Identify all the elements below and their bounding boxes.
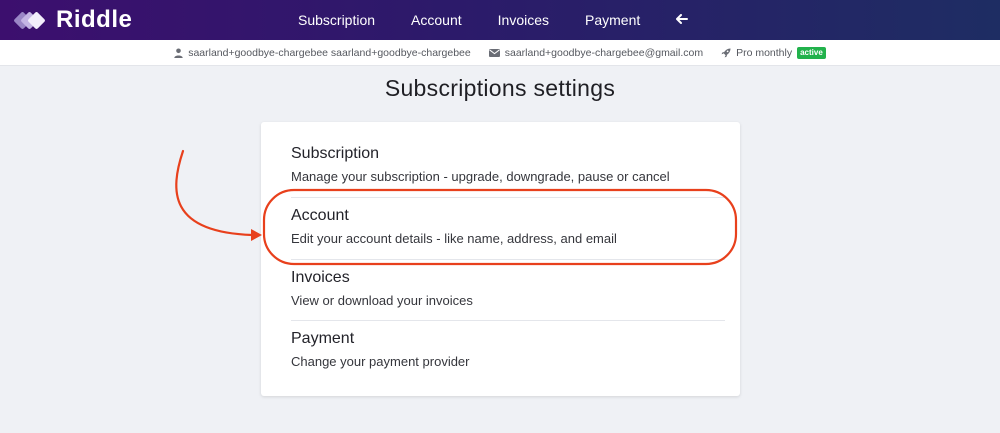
option-title: Account (291, 207, 349, 224)
option-description: Edit your account details - like name, a… (291, 231, 617, 246)
annotation-arrow (175, 149, 254, 237)
riddle-logo[interactable]: Riddle (12, 6, 132, 34)
option-title: Payment (291, 330, 355, 347)
nav-account[interactable]: Account (411, 12, 462, 28)
nav-payment[interactable]: Payment (585, 12, 640, 28)
envelope-icon (488, 48, 500, 57)
user-info-bar: saarland+goodbye-chargebee saarland+good… (0, 40, 1000, 66)
top-navigation-bar: Riddle Subscription Account Invoices Pay… (0, 0, 1000, 40)
settings-card: Subscription Manage your subscription - … (261, 122, 740, 396)
page-title: Subscriptions settings (384, 75, 616, 101)
user-plan: Pro monthly (736, 46, 793, 59)
brand-name: Riddle (56, 6, 133, 33)
nav-invoices[interactable]: Invoices (498, 12, 549, 28)
riddle-logo-icon (12, 7, 50, 33)
user-email: saarland+goodbye-chargebee@gmail.com (504, 46, 704, 59)
divider (291, 259, 725, 260)
rocket-icon (721, 48, 731, 58)
option-invoices[interactable]: Invoices View or download your invoices (291, 269, 726, 308)
divider (291, 197, 725, 198)
user-plan-item: Pro monthly active (721, 46, 826, 59)
main-nav: Subscription Account Invoices Payment (298, 0, 689, 40)
user-name-item: saarland+goodbye-chargebee saarland+good… (174, 47, 471, 59)
option-account[interactable]: Account Edit your account details - like… (291, 207, 726, 246)
option-description: View or download your invoices (291, 293, 473, 308)
user-icon (174, 48, 183, 58)
status-badge: active (797, 46, 826, 59)
option-description: Change your payment provider (291, 354, 470, 369)
option-subscription[interactable]: Subscription Manage your subscription - … (291, 145, 726, 184)
back-arrow-icon[interactable] (676, 11, 689, 29)
user-email-item: saarland+goodbye-chargebee@gmail.com (488, 46, 704, 59)
option-description: Manage your subscription - upgrade, down… (291, 169, 670, 184)
option-title: Invoices (291, 269, 350, 286)
divider (291, 320, 725, 321)
option-payment[interactable]: Payment Change your payment provider (291, 330, 726, 369)
option-title: Subscription (291, 145, 380, 162)
user-name: saarland+goodbye-chargebee saarland+good… (188, 46, 471, 59)
nav-subscription[interactable]: Subscription (298, 12, 375, 28)
